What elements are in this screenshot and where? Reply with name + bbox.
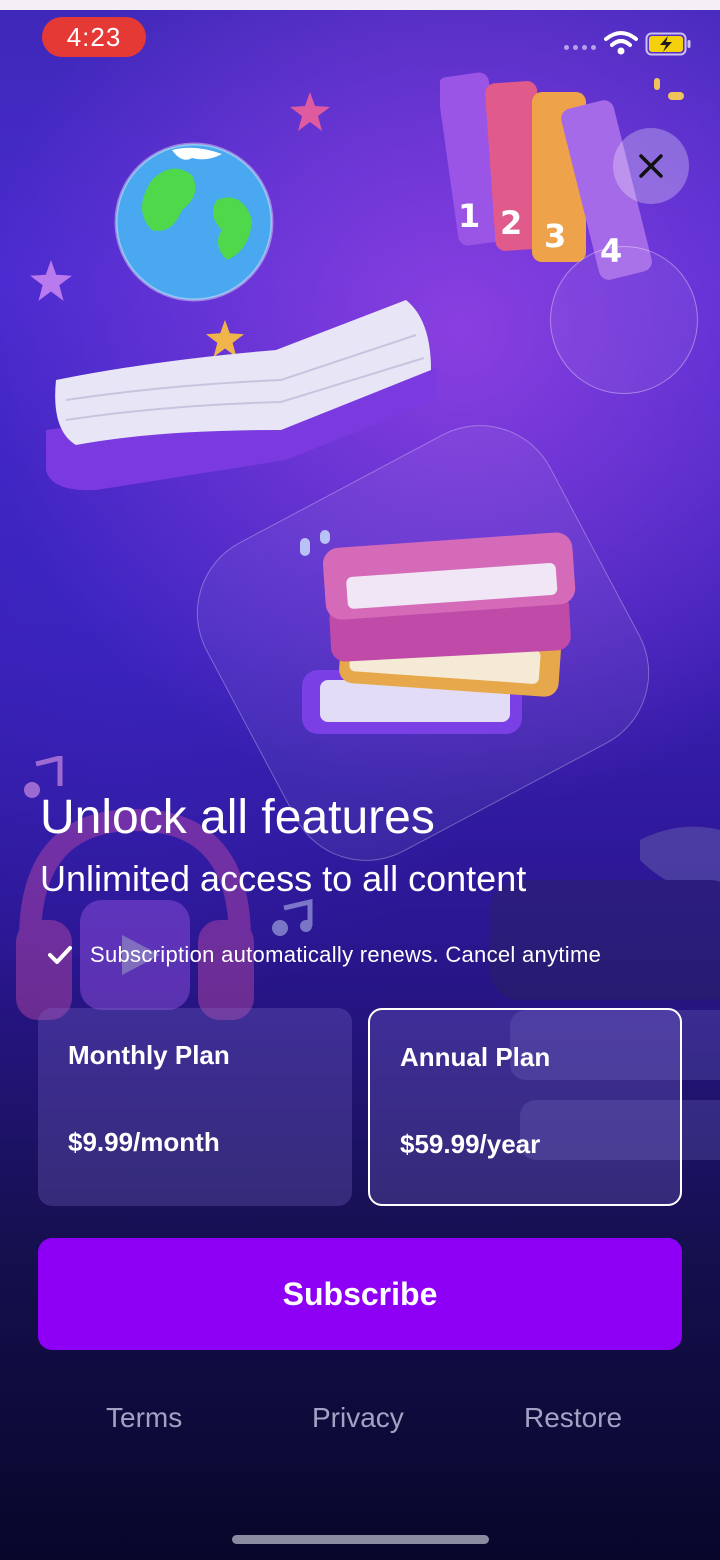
star-icon xyxy=(290,92,330,131)
sparkle-icon xyxy=(654,78,684,100)
subheadline: Unlimited access to all content xyxy=(40,858,527,899)
renewal-note-text: Subscription automatically renews. Cance… xyxy=(90,942,602,967)
subscribe-button[interactable]: Subscribe xyxy=(38,1238,682,1350)
renewal-note: Subscription automatically renews. Cance… xyxy=(48,942,601,968)
terms-link[interactable]: Terms xyxy=(106,1402,182,1434)
close-icon xyxy=(639,154,663,178)
close-button[interactable] xyxy=(613,128,689,204)
plan-card-monthly[interactable]: Monthly Plan $9.99/month xyxy=(38,1008,352,1206)
music-note-icon xyxy=(272,898,313,936)
decorative-bubble xyxy=(550,246,698,394)
check-icon xyxy=(48,946,72,964)
plan-price: $59.99/year xyxy=(400,1129,541,1159)
paywall-screen: 4:23 1 2 3 4 Unlock all features Unlimit… xyxy=(0,0,720,1560)
cellular-signal-icon xyxy=(564,45,596,50)
home-indicator[interactable] xyxy=(232,1535,489,1544)
top-edge xyxy=(0,0,720,10)
book-stack-icon xyxy=(300,530,576,734)
svg-text:2: 2 xyxy=(500,204,522,242)
restore-link[interactable]: Restore xyxy=(524,1402,622,1434)
plan-name: Monthly Plan xyxy=(68,1040,230,1070)
svg-text:3: 3 xyxy=(544,217,566,255)
svg-text:1: 1 xyxy=(458,197,480,235)
plan-card-annual[interactable]: Annual Plan $59.99/year xyxy=(368,1008,682,1206)
wifi-icon xyxy=(604,31,638,55)
battery-charging-icon xyxy=(645,32,691,56)
status-time: 4:23 xyxy=(42,17,146,57)
headline: Unlock all features xyxy=(40,791,435,844)
plan-price: $9.99/month xyxy=(68,1127,220,1157)
plan-name: Annual Plan xyxy=(400,1042,551,1072)
privacy-link[interactable]: Privacy xyxy=(312,1402,404,1434)
